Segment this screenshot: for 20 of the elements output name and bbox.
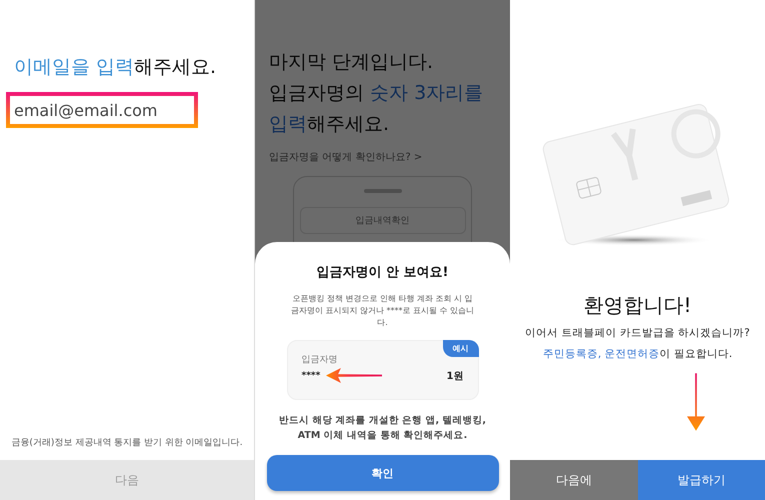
- screen-title: 이메일을 입력해주세요.: [13, 55, 218, 80]
- sheet-description: 오픈뱅킹 정책 변경으로 인해 타행 계좌 조회 시 입금자명이 표시되지 않거나 ****로 표시될 수 있습니다.: [290, 293, 476, 329]
- email-input-field[interactable]: email@email.com: [6, 92, 198, 128]
- confirm-button[interactable]: 확인: [266, 455, 498, 491]
- issue-button[interactable]: 발급하기: [638, 460, 765, 500]
- later-button[interactable]: 다음에: [510, 460, 638, 500]
- annotation-arrow: [326, 368, 382, 383]
- screen-title: 마지막 단계입니다. 입금자명의 숫자 3자리를 입력해주세요.: [268, 50, 484, 137]
- amount-text: 1원: [446, 370, 464, 382]
- question-text: 이어서 트래블페이 카드발급을 하시겠습니까?: [524, 326, 751, 340]
- sheet-title: 입금자명이 안 보여요!: [316, 264, 448, 281]
- requirement-text: 주민등록증, 운전면허증이 필요합니다.: [542, 347, 734, 361]
- help-link[interactable]: 입금자명을 어떻게 확인하나요? >: [255, 150, 510, 164]
- sheet-note: 반드시 해당 계좌를 개설한 은행 앱, 텔레뱅킹, ATM 이체 내역을 통해 확인해주세요.: [278, 414, 488, 443]
- masked-name: ****: [302, 370, 320, 380]
- email-notice-text: 금융(거래)정보 제공내역 통지를 받기 위한 이메일입니다.: [10, 437, 244, 449]
- depositor-label: 입금자명: [302, 354, 338, 366]
- annotation-arrow: [687, 371, 705, 433]
- welcome-title: 환영합니다!: [582, 292, 693, 319]
- example-badge: 예시: [442, 340, 478, 357]
